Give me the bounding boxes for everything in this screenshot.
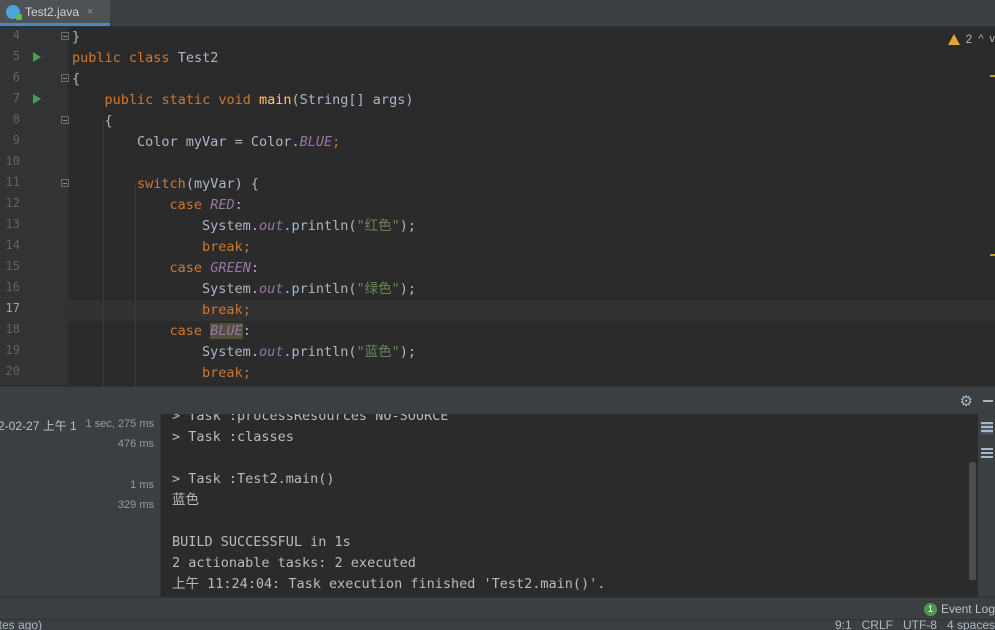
build-tree-item[interactable]: 329 ms (0, 495, 156, 515)
code-line-11: switch(myVar) { (72, 174, 259, 195)
code-line-17: break; (72, 300, 251, 321)
line-number: 4 (0, 28, 20, 42)
build-tree-item[interactable]: 1 ms (0, 475, 156, 495)
line-number: 14 (0, 238, 20, 252)
line-number: 6 (0, 70, 20, 84)
code-line-4: } (72, 27, 80, 48)
line-number: 12 (0, 196, 20, 210)
build-tree-item[interactable]: 2-02-27 上午 1 1 sec, 275 ms (0, 414, 156, 434)
code-line-16: System.out.println("绿色"); (72, 279, 416, 300)
java-class-icon (6, 5, 20, 19)
warning-icon (948, 34, 960, 45)
console-line: > Task :processResources NO-SOURCE (172, 414, 448, 427)
code-editor[interactable]: 4 5 6 7 8 9 10 11 12 13 14 15 16 17 18 1… (0, 27, 995, 385)
code-line-5: public class Test2 (72, 48, 218, 69)
line-number: 9 (0, 133, 20, 147)
error-stripe-marker[interactable] (990, 254, 995, 256)
code-line-20: break; (72, 363, 251, 384)
gear-icon[interactable]: ⚙ (960, 392, 973, 410)
line-number: 15 (0, 259, 20, 273)
tab-title: Test2.java (25, 5, 79, 19)
caret-position[interactable]: 9:1 (835, 619, 852, 630)
inspection-widget[interactable]: 2 ^ v (948, 32, 995, 46)
console-line: BUILD SUCCESSFUL in 1s (172, 532, 351, 553)
console-output[interactable]: > Task :processResources NO-SOURCE > Tas… (160, 414, 968, 597)
line-number: 18 (0, 322, 20, 336)
line-number: 7 (0, 91, 20, 105)
line-number: 19 (0, 343, 20, 357)
soft-wrap-icon[interactable] (981, 422, 993, 434)
code-line-19: System.out.println("蓝色"); (72, 342, 416, 363)
code-line-12: case RED: (72, 195, 243, 216)
console-scrollbar[interactable] (968, 414, 978, 597)
close-tab-icon[interactable]: × (87, 6, 93, 18)
run-tool-window: 2-02-27 上午 1 1 sec, 275 ms 476 ms 1 ms 3… (0, 414, 995, 597)
build-tree-item[interactable]: 476 ms (0, 434, 156, 454)
build-tree[interactable]: 2-02-27 上午 1 1 sec, 275 ms 476 ms 1 ms 3… (0, 414, 161, 597)
code-line-13: System.out.println("红色"); (72, 216, 416, 237)
code-line-9: Color myVar = Color.BLUE; (72, 132, 340, 153)
event-count-badge: 1 (924, 603, 937, 616)
editor-gutter: 4 5 6 7 8 9 10 11 12 13 14 15 16 17 18 1… (0, 27, 68, 385)
console-line: 上午 11:24:04: Task execution finished 'Te… (172, 574, 605, 595)
event-log-label: Event Log (941, 602, 995, 616)
tab-test2-java[interactable]: Test2.java × (0, 0, 110, 26)
scrollbar-thumb[interactable] (969, 462, 976, 580)
console-line: > Task :classes (172, 427, 294, 448)
line-number: 10 (0, 154, 20, 168)
error-stripe-marker[interactable] (990, 75, 995, 77)
code-line-18: case BLUE: (72, 321, 251, 342)
line-number: 20 (0, 364, 20, 378)
indent-setting[interactable]: 4 spaces (947, 619, 995, 630)
previous-highlight-icon[interactable]: ^ (978, 33, 983, 45)
console-line: 蓝色 (172, 490, 199, 511)
code-line-7: public static void main(String[] args) (72, 90, 413, 111)
code-area[interactable]: } public class Test2 { public static voi… (68, 27, 995, 385)
line-number: 5 (0, 49, 20, 63)
minimize-icon[interactable] (983, 400, 993, 402)
line-separator[interactable]: CRLF (862, 619, 893, 630)
run-main-icon[interactable] (33, 94, 41, 104)
status-widgets: 9:1 CRLF UTF-8 4 spaces (835, 619, 995, 630)
line-number: 16 (0, 280, 20, 294)
line-number: 8 (0, 112, 20, 126)
line-number: 11 (0, 175, 20, 189)
code-line-6: { (72, 69, 80, 90)
next-highlight-icon[interactable]: v (990, 33, 995, 45)
status-message: utes ago) (0, 619, 42, 630)
code-line-14: break; (72, 237, 251, 258)
status-bar: utes ago) 9:1 CRLF UTF-8 4 spaces (0, 619, 995, 630)
line-number: 13 (0, 217, 20, 231)
event-log-button[interactable]: 1 Event Log (924, 602, 995, 616)
run-tool-window-header: ⚙ (0, 386, 995, 415)
editor-tab-bar: Test2.java × (0, 0, 995, 27)
warning-count: 2 (966, 32, 973, 46)
file-encoding[interactable]: UTF-8 (903, 619, 937, 630)
console-toolbar (978, 414, 995, 597)
console-line: > Task :Test2.main() (172, 469, 335, 490)
line-number-current: 17 (0, 301, 20, 315)
run-class-icon[interactable] (33, 52, 41, 62)
tool-window-bar: 1 Event Log (0, 597, 995, 620)
code-line-8: { (72, 111, 113, 132)
scroll-to-end-icon[interactable] (981, 448, 993, 460)
console-line: 2 actionable tasks: 2 executed (172, 553, 416, 574)
code-line-15: case GREEN: (72, 258, 259, 279)
